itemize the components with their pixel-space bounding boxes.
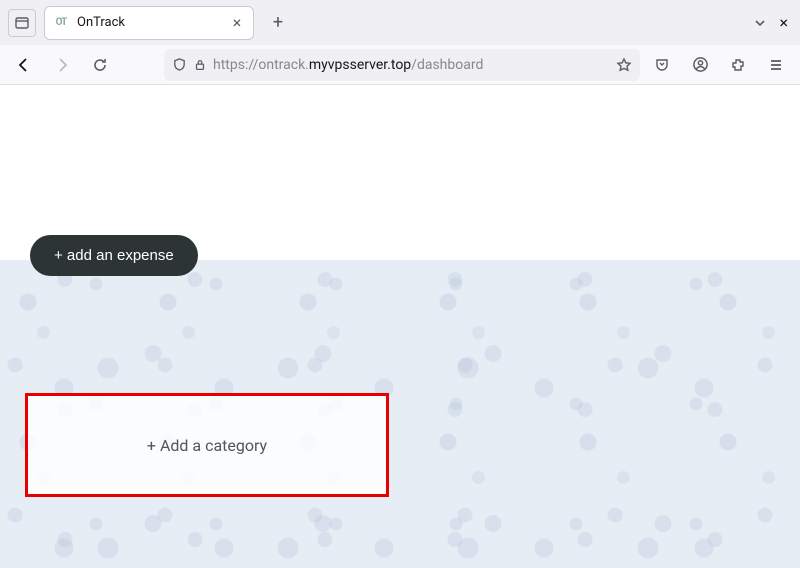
url-bar[interactable]: https://ontrack.myvpsserver.top/dashboar… xyxy=(164,49,640,81)
back-button[interactable] xyxy=(10,51,38,79)
forward-button[interactable] xyxy=(48,51,76,79)
tab-close-icon[interactable]: × xyxy=(229,15,245,31)
browser-toolbar: https://ontrack.myvpsserver.top/dashboar… xyxy=(0,45,800,85)
new-tab-button[interactable]: + xyxy=(264,9,292,37)
sidebar-toggle-button[interactable] xyxy=(8,9,36,37)
bookmark-star-icon[interactable] xyxy=(616,57,632,73)
tabs-dropdown-icon[interactable] xyxy=(753,16,767,30)
tab-title: OnTrack xyxy=(77,15,221,30)
add-category-card[interactable]: + Add a category xyxy=(25,393,389,497)
window-close-icon[interactable]: × xyxy=(779,13,788,32)
tab-favicon: OT xyxy=(53,15,69,31)
add-category-label: + Add a category xyxy=(147,436,267,455)
url-text: https://ontrack.myvpsserver.top/dashboar… xyxy=(213,57,610,73)
browser-tab-strip: OT OnTrack × + × xyxy=(0,0,800,45)
extensions-icon[interactable] xyxy=(726,53,750,77)
lock-icon[interactable] xyxy=(193,58,207,72)
add-expense-button[interactable]: + add an expense xyxy=(30,235,198,276)
browser-tab[interactable]: OT OnTrack × xyxy=(44,6,254,40)
menu-icon[interactable] xyxy=(764,53,788,77)
account-icon[interactable] xyxy=(688,53,712,77)
page-content: + add an expense + Add a category xyxy=(0,85,800,568)
reload-button[interactable] xyxy=(86,51,114,79)
pocket-icon[interactable] xyxy=(650,53,674,77)
shield-icon[interactable] xyxy=(172,57,187,72)
